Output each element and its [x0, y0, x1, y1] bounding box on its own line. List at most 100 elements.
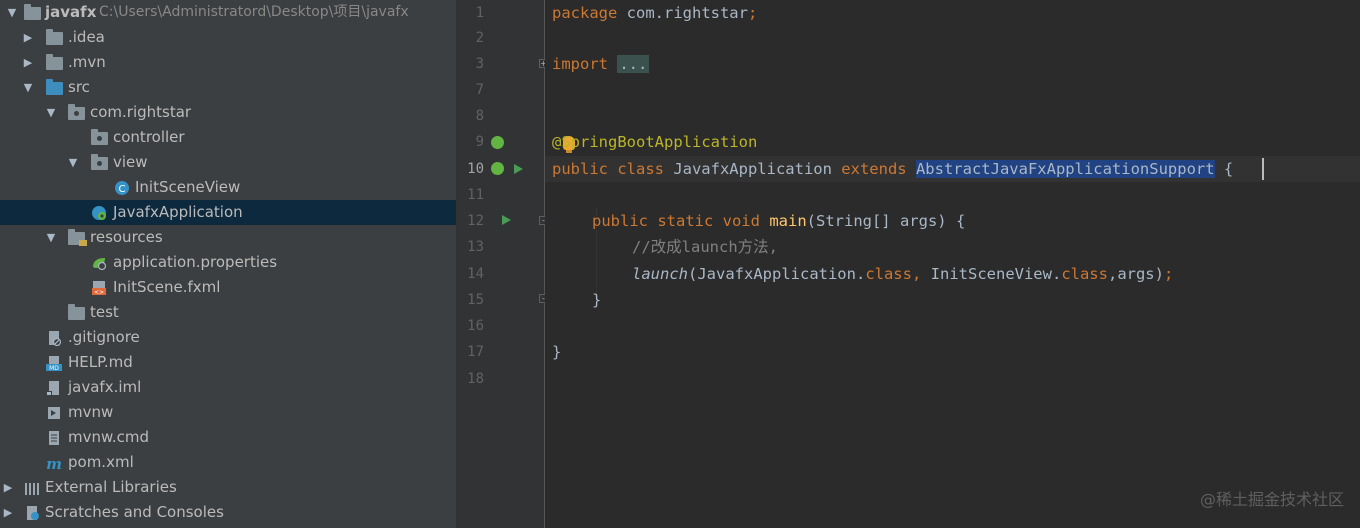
- tree-item-initscene-fxml[interactable]: <> InitScene.fxml: [0, 275, 456, 300]
- tree-label: mvnw: [68, 403, 114, 421]
- keyword: extends: [841, 160, 907, 178]
- line-number: 9: [475, 134, 484, 150]
- tree-root[interactable]: ▼ javafx C:\Users\Administratord\Desktop…: [0, 0, 456, 25]
- folded-imports[interactable]: ...: [617, 55, 650, 73]
- svg-text:<>: <>: [94, 289, 104, 296]
- method-name: main: [769, 212, 807, 230]
- chevron-down-icon[interactable]: ▼: [4, 0, 20, 25]
- maven-icon: m: [46, 455, 62, 471]
- tree-label: mvnw.cmd: [68, 428, 150, 446]
- keyword: package: [552, 4, 618, 22]
- tree-label: JavafxApplication: [113, 203, 243, 221]
- parameters: (String[] args) {: [806, 212, 966, 230]
- chevron-right-icon[interactable]: ▶: [20, 25, 36, 50]
- tree-item-initsceneview[interactable]: C InitSceneView: [0, 175, 456, 200]
- tree-label: InitSceneView: [135, 178, 241, 196]
- semicolon: ;: [1163, 265, 1174, 283]
- tree-item-pom-xml[interactable]: m pom.xml: [0, 450, 456, 475]
- run-main-icon[interactable]: [502, 215, 511, 225]
- code-line-13[interactable]: //改成launch方法,: [632, 234, 778, 260]
- keyword: public class: [552, 160, 664, 178]
- line-number: 14: [467, 266, 484, 282]
- tree-label: InitScene.fxml: [113, 278, 221, 296]
- tree-item-help-md[interactable]: MD HELP.md: [0, 350, 456, 375]
- project-panel: ▼ javafx C:\Users\Administratord\Desktop…: [0, 0, 456, 528]
- tree-item-mvnw[interactable]: mvnw: [0, 400, 456, 425]
- code-line-15[interactable]: }: [592, 287, 601, 313]
- tree-label: com.rightstar: [90, 103, 192, 121]
- tree-item-external-libraries[interactable]: ▶ External Libraries: [0, 475, 456, 500]
- line-number: 12: [467, 213, 484, 229]
- chevron-down-icon[interactable]: ▼: [43, 225, 59, 250]
- class-name: JavafxApplication: [663, 160, 842, 178]
- package-icon: [91, 129, 108, 145]
- tree-item-scratches[interactable]: ▶ Scratches and Consoles: [0, 500, 456, 525]
- run-class-icon[interactable]: [514, 164, 523, 174]
- argument: ,args): [1107, 265, 1164, 283]
- chevron-right-icon[interactable]: ▶: [0, 475, 16, 500]
- tree-item-idea[interactable]: ▶ .idea: [0, 25, 456, 50]
- chevron-right-icon[interactable]: ▶: [20, 50, 36, 75]
- tree-item-src[interactable]: ▼ src: [0, 75, 456, 100]
- libraries-icon: [25, 483, 39, 495]
- keyword: class: [1061, 265, 1108, 283]
- tree-item-resources[interactable]: ▼ resources: [0, 225, 456, 250]
- line-number: 8: [475, 108, 484, 124]
- tree-item-javafxapplication[interactable]: JavafxApplication: [0, 200, 456, 225]
- markdown-file-icon: MD: [46, 356, 62, 371]
- tree-label: resources: [90, 228, 163, 246]
- code-line-1[interactable]: package com.rightstar;: [552, 0, 757, 26]
- tree-label: javafx.iml: [68, 378, 142, 396]
- package-name: com.rightstar: [617, 4, 748, 22]
- chevron-down-icon[interactable]: ▼: [65, 150, 81, 175]
- tree-item-mvnw-cmd[interactable]: mvnw.cmd: [0, 425, 456, 450]
- source-folder-icon: [46, 79, 63, 95]
- tree-item-test[interactable]: test: [0, 300, 456, 325]
- tree-item-controller[interactable]: controller: [0, 125, 456, 150]
- ignore-file-icon: [49, 331, 62, 346]
- svg-text:C: C: [119, 184, 126, 195]
- tree-label: application.properties: [113, 253, 278, 271]
- chevron-down-icon[interactable]: ▼: [20, 75, 36, 100]
- tree-item-view[interactable]: ▼ view: [0, 150, 456, 175]
- annotation: SpringBootApplication: [561, 133, 758, 151]
- code-line-14[interactable]: launch(JavafxApplication.class, InitScen…: [632, 261, 1173, 287]
- scratches-icon: [27, 506, 39, 520]
- folder-icon: [46, 54, 63, 70]
- line-number: 18: [467, 371, 484, 387]
- line-number: 7: [475, 82, 484, 98]
- script-file-icon: [48, 407, 60, 419]
- line-number: 17: [467, 344, 484, 360]
- line-number: 13: [467, 239, 484, 255]
- tree-label: controller: [113, 128, 185, 146]
- code-line-9[interactable]: @SpringBootApplication: [552, 129, 757, 155]
- folder-icon: [68, 304, 85, 320]
- code-line-10[interactable]: public class JavafxApplication extends A…: [552, 156, 1233, 182]
- tree-item-javafx-iml[interactable]: javafx.iml: [0, 375, 456, 400]
- package-icon: [91, 154, 108, 170]
- tree-item-mvn[interactable]: ▶ .mvn: [0, 50, 456, 75]
- semicolon: ;: [747, 4, 758, 22]
- spring-bean-icon[interactable]: [491, 136, 504, 149]
- brace: }: [552, 343, 562, 361]
- code-line-12[interactable]: public static void main(String[] args) {: [592, 208, 965, 234]
- tree-label: Scratches and Consoles: [45, 503, 224, 521]
- spring-properties-icon: [93, 258, 107, 271]
- tree-item-application-properties[interactable]: application.properties: [0, 250, 456, 275]
- line-number: 3: [475, 56, 484, 72]
- tree-label: pom.xml: [68, 453, 134, 471]
- tree-item-gitignore[interactable]: .gitignore: [0, 325, 456, 350]
- tree-item-package[interactable]: ▼ com.rightstar: [0, 100, 456, 125]
- chevron-down-icon[interactable]: ▼: [43, 100, 59, 125]
- chevron-right-icon[interactable]: ▶: [0, 500, 16, 525]
- spring-bean-icon[interactable]: [491, 162, 504, 175]
- line-number: 2: [475, 30, 484, 46]
- code-line-3[interactable]: import ...: [552, 51, 650, 77]
- line-number: 11: [467, 187, 484, 203]
- code-line-17[interactable]: }: [552, 339, 561, 365]
- selected-superclass[interactable]: AbstractJavaFxApplicationSupport: [915, 160, 1215, 178]
- keyword: import: [552, 55, 608, 73]
- brace: }: [592, 291, 602, 309]
- line-number: 1: [475, 5, 484, 21]
- argument: InitSceneView.: [921, 265, 1062, 283]
